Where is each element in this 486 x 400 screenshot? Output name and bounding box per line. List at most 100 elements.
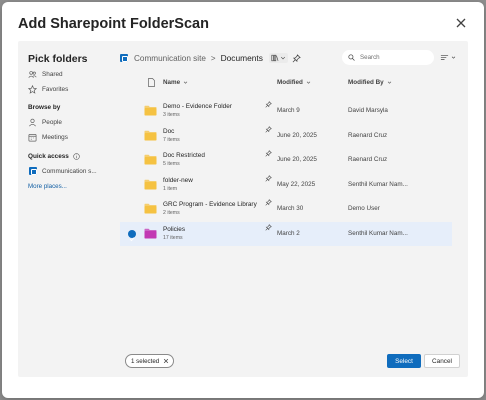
list-item[interactable]: Demo - Evidence Folder 3 items March 9 Davi… (120, 99, 452, 123)
file-type-icon (148, 78, 155, 87)
folder-icon (144, 105, 157, 116)
pin-icon[interactable] (265, 174, 272, 182)
column-modified-label: Modified (277, 79, 303, 86)
people-icon (28, 70, 37, 79)
folder-item-count: 1 item (163, 185, 178, 192)
folder-icon (144, 130, 157, 141)
sidebar-item-meetings[interactable]: Meetings (28, 130, 68, 144)
chevron-down-icon (280, 56, 285, 60)
browse-by-label: Browse by (28, 104, 61, 111)
column-modified-by-label: Modified By (348, 79, 384, 86)
folder-icon (144, 228, 157, 239)
cancel-button[interactable]: Cancel (424, 354, 460, 368)
column-modified[interactable]: Modified (277, 79, 311, 86)
folder-picker: Pick folders Shared Favorites Browse by (18, 41, 468, 377)
pin-icon[interactable] (265, 224, 272, 231)
sidebar-item-shared[interactable]: Shared (28, 67, 63, 81)
pin-icon[interactable] (265, 150, 272, 157)
folder-name: Policies (163, 226, 186, 233)
library-icon (271, 54, 279, 62)
search-box[interactable] (342, 50, 434, 65)
folder-name: folder-new (163, 176, 193, 184)
folder-item-count: 3 items (163, 112, 180, 118)
library-switcher-button[interactable] (268, 53, 288, 63)
quick-access-heading: Quick access (28, 153, 80, 160)
selected-count-label: 1 selected (131, 357, 160, 365)
list-item[interactable]: Doc 7 items June 20, 2025 Raenard Cruz (120, 124, 452, 148)
sidebar-item-label: Shared (42, 70, 63, 78)
dialog-title: Add Sharepoint FolderScan (18, 16, 209, 32)
modified-date: March 2 (277, 230, 300, 237)
checkmark-icon[interactable] (128, 230, 136, 242)
sidebar-item-communication-site[interactable]: Communication s... (28, 164, 97, 178)
modified-by: Raenard Cruz (348, 156, 388, 164)
folder-item-count: 5 items (163, 161, 180, 168)
quick-access-label: Quick access (28, 153, 69, 160)
folder-item-count: 17 items (163, 235, 183, 241)
add-folderscan-dialog: Add Sharepoint FolderScan Pick folders S… (2, 2, 484, 398)
sharepoint-site-icon (28, 167, 37, 176)
column-name-label: Name (163, 79, 181, 86)
folder-name: Doc (163, 127, 175, 135)
breadcrumb-separator: > (210, 53, 216, 63)
modified-by: David Marsyla (348, 107, 388, 114)
browse-by-heading: Browse by (28, 104, 60, 111)
calendar-icon (28, 133, 37, 142)
breadcrumb-current[interactable]: Documents (221, 53, 263, 63)
star-icon (28, 84, 37, 94)
sidebar-item-label: Meetings (42, 133, 68, 141)
picker-sidebar: Pick folders Shared Favorites Browse by (18, 41, 118, 377)
column-name[interactable]: Name (163, 79, 188, 86)
dismiss-icon[interactable] (163, 358, 169, 364)
list-item[interactable]: GRC Program - Evidence Library 2 items Mar… (120, 197, 452, 221)
list-item[interactable]: folder-new 1 item May 22, 2025 Senthil Kuma… (120, 173, 452, 197)
search-icon (348, 54, 355, 61)
sidebar-title: Pick folders (28, 53, 88, 65)
sidebar-item-people[interactable]: People (28, 115, 62, 129)
modified-by: Demo User (348, 205, 380, 213)
info-icon[interactable] (73, 153, 80, 160)
select-button[interactable]: Select (387, 354, 421, 368)
sharepoint-site-icon (120, 54, 128, 62)
modified-date: May 22, 2025 (277, 180, 316, 188)
search-input[interactable] (360, 54, 430, 61)
pin-icon[interactable] (265, 125, 272, 133)
folder-name: GRC Program - Evidence Library (163, 201, 257, 209)
list-item[interactable]: Policies 17 items March 2 Senthil Kumar Nam… (120, 222, 452, 246)
list-header: Name Modified Modified By (120, 73, 452, 93)
folder-icon (144, 154, 157, 165)
sidebar-item-label: Communication s... (42, 167, 97, 175)
column-modified-by[interactable]: Modified By (348, 79, 392, 86)
sidebar-item-label: Favorites (42, 85, 69, 93)
folder-list: Name Modified Modified By Demo - Evidenc… (120, 73, 452, 246)
sidebar-item-favorites[interactable]: Favorites (28, 82, 68, 96)
pin-icon[interactable] (265, 199, 272, 206)
modified-date: March 9 (277, 107, 300, 114)
breadcrumb-site[interactable]: Communication site (134, 54, 206, 63)
folder-icon (144, 179, 157, 190)
folder-item-count: 7 items (163, 136, 180, 143)
more-places-link[interactable]: More places... (28, 183, 67, 190)
folder-name: Demo - Evidence Folder (163, 103, 232, 110)
folder-item-count: 2 items (163, 210, 180, 217)
chevron-down-icon (387, 81, 391, 84)
list-view-icon (440, 55, 449, 61)
modified-date: March 30 (277, 205, 304, 213)
sidebar-item-label: People (42, 118, 62, 126)
folder-name: Doc Restricted (163, 152, 205, 160)
location-bar: Communication site > Documents (120, 49, 462, 67)
modified-by: Raenard Cruz (348, 131, 388, 139)
pin-icon[interactable] (292, 53, 301, 63)
modified-date: June 20, 2025 (277, 131, 317, 139)
person-icon (28, 118, 37, 127)
folder-icon (144, 204, 157, 214)
view-options-button[interactable] (440, 53, 456, 62)
close-icon[interactable] (454, 16, 468, 30)
list-item[interactable]: Doc Restricted 5 items June 20, 2025 Raenar… (120, 148, 452, 172)
chevron-down-icon (183, 81, 188, 84)
modified-date: June 20, 2025 (277, 156, 317, 164)
selected-count-chip[interactable]: 1 selected (125, 354, 175, 368)
pin-icon[interactable] (265, 101, 272, 108)
modified-by: Senthil Kumar Nam... (348, 230, 408, 237)
modified-by: Senthil Kumar Nam... (348, 180, 408, 188)
